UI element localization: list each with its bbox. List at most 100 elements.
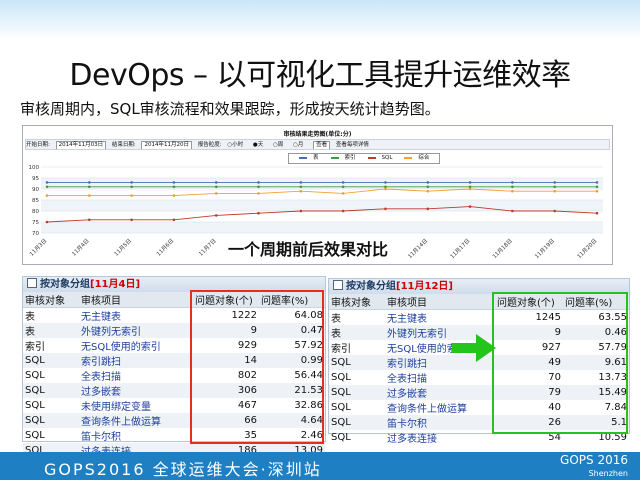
cell-object: SQL <box>329 355 385 370</box>
legend-item: SQL <box>365 155 396 161</box>
data-point <box>172 194 176 197</box>
y-tick-label: 95 <box>32 176 39 182</box>
cell-item: 全表扫描 <box>81 372 121 383</box>
cell-object: SQL <box>23 383 79 398</box>
cell-object: 索引 <box>25 342 45 353</box>
x-tick-label: 11月17日 <box>449 237 472 260</box>
radio-month[interactable]: ○月 <box>293 142 307 148</box>
data-point <box>553 181 556 184</box>
legend-label: 索引 <box>344 155 356 161</box>
end-date-input[interactable]: 2014年11月20日 <box>141 141 192 149</box>
data-point <box>511 189 514 193</box>
data-point <box>553 185 556 189</box>
legend-swatch <box>367 156 376 159</box>
radio-week-label: 周 <box>277 142 284 148</box>
logo-city: Shenzhen <box>588 469 628 478</box>
data-point <box>88 185 91 189</box>
start-date-input[interactable]: 2014年11月03日 <box>55 141 107 149</box>
cell-item: 未使用绑定变量 <box>81 402 151 413</box>
data-point <box>511 185 514 189</box>
data-point <box>214 192 218 195</box>
data-point <box>130 194 133 197</box>
radio-week[interactable]: ○周 <box>273 142 287 148</box>
cell-object: 表 <box>25 312 35 323</box>
y-tick-label: 75 <box>32 220 39 226</box>
data-point <box>341 192 345 195</box>
collapse-icon[interactable] <box>333 280 343 290</box>
radio-month-label: 月 <box>297 142 304 148</box>
cell-item: 全表扫描 <box>387 374 427 385</box>
grid-band <box>41 222 603 233</box>
cell-object: SQL <box>331 402 351 413</box>
data-point <box>426 207 430 211</box>
radio-hour-label: 小时 <box>232 142 244 148</box>
cell-item: 笛卡尔积 <box>81 432 121 443</box>
slide-title: DevOps – 以可视化工具提升运维效率 <box>69 58 571 93</box>
x-tick-label: 11月4日 <box>71 237 91 257</box>
col-header-object[interactable]: 审核对象 <box>23 292 79 308</box>
data-point <box>426 185 430 189</box>
data-point <box>257 192 260 195</box>
right-arrow-icon <box>452 334 496 362</box>
right-heading-text: 按对象分组 <box>346 281 396 292</box>
cell-item: 过多表连接 <box>387 434 437 445</box>
col-header-item[interactable]: 审核项目 <box>79 292 193 308</box>
data-point <box>468 181 472 184</box>
x-tick-label: 11月3日 <box>28 237 48 257</box>
radio-day[interactable]: ●天 <box>253 142 267 148</box>
cell-object: SQL <box>25 370 45 381</box>
data-point <box>426 189 430 193</box>
data-point <box>130 181 133 184</box>
x-tick-label: 11月18日 <box>491 237 514 260</box>
query-button[interactable]: 查看 <box>313 141 331 149</box>
radio-hour[interactable]: ○小时 <box>227 142 247 148</box>
data-point <box>595 185 599 189</box>
data-point <box>299 181 303 184</box>
data-point <box>384 187 387 191</box>
data-point <box>384 181 387 184</box>
left-heading-text: 按对象分组 <box>40 279 90 290</box>
data-point <box>88 218 91 222</box>
cell-object: SQL <box>25 400 45 411</box>
view-details-link[interactable]: 查看每项详情 <box>336 142 369 148</box>
data-point <box>341 185 345 189</box>
data-point <box>384 207 387 211</box>
gops-logo: GOPS 2016 Shenzhen <box>560 454 628 480</box>
legend-label: 表 <box>313 155 319 161</box>
data-point <box>426 181 430 184</box>
cell-object: 索引 <box>331 344 351 355</box>
data-point <box>130 185 133 189</box>
data-point <box>257 211 260 215</box>
cell-object: 表 <box>331 314 341 325</box>
granularity-label: 报告粒度: <box>197 142 222 148</box>
logo-main: GOPS 2016 <box>560 453 628 467</box>
data-point <box>341 181 345 184</box>
slide-subtitle: 审核周期内，SQL审核流程和效果跟踪，形成按天统计趋势图。 <box>20 100 440 118</box>
cell-item: 笛卡尔积 <box>385 415 495 430</box>
data-point <box>257 181 260 184</box>
cell-object: SQL <box>329 415 385 430</box>
red-highlight-box <box>190 290 324 444</box>
col-header-object[interactable]: 审核对象 <box>329 294 385 310</box>
cell-item: 无SQL使用的索引 <box>81 342 161 353</box>
cell-item: 索引跳扫 <box>79 353 193 368</box>
end-date-label: 结束日期: <box>111 142 136 148</box>
cell-object: SQL <box>331 432 351 443</box>
comparison-label: 一个周期前后效果对比 <box>222 236 395 260</box>
cell-object: 表 <box>23 323 79 338</box>
data-point <box>299 189 303 193</box>
legend-label: 综合 <box>418 155 430 161</box>
grid-band <box>41 178 603 189</box>
data-point <box>511 181 514 184</box>
collapse-icon[interactable] <box>27 278 37 288</box>
data-point <box>88 181 91 184</box>
data-point <box>553 189 556 193</box>
y-tick-label: 100 <box>29 165 40 171</box>
cell-object: SQL <box>25 430 45 441</box>
x-tick-label: 11月19日 <box>533 237 556 260</box>
data-point <box>511 209 514 213</box>
col-header-item[interactable]: 审核项目 <box>385 294 495 310</box>
cell-object: SQL <box>23 413 79 428</box>
data-point <box>172 185 176 189</box>
data-point <box>172 218 176 222</box>
